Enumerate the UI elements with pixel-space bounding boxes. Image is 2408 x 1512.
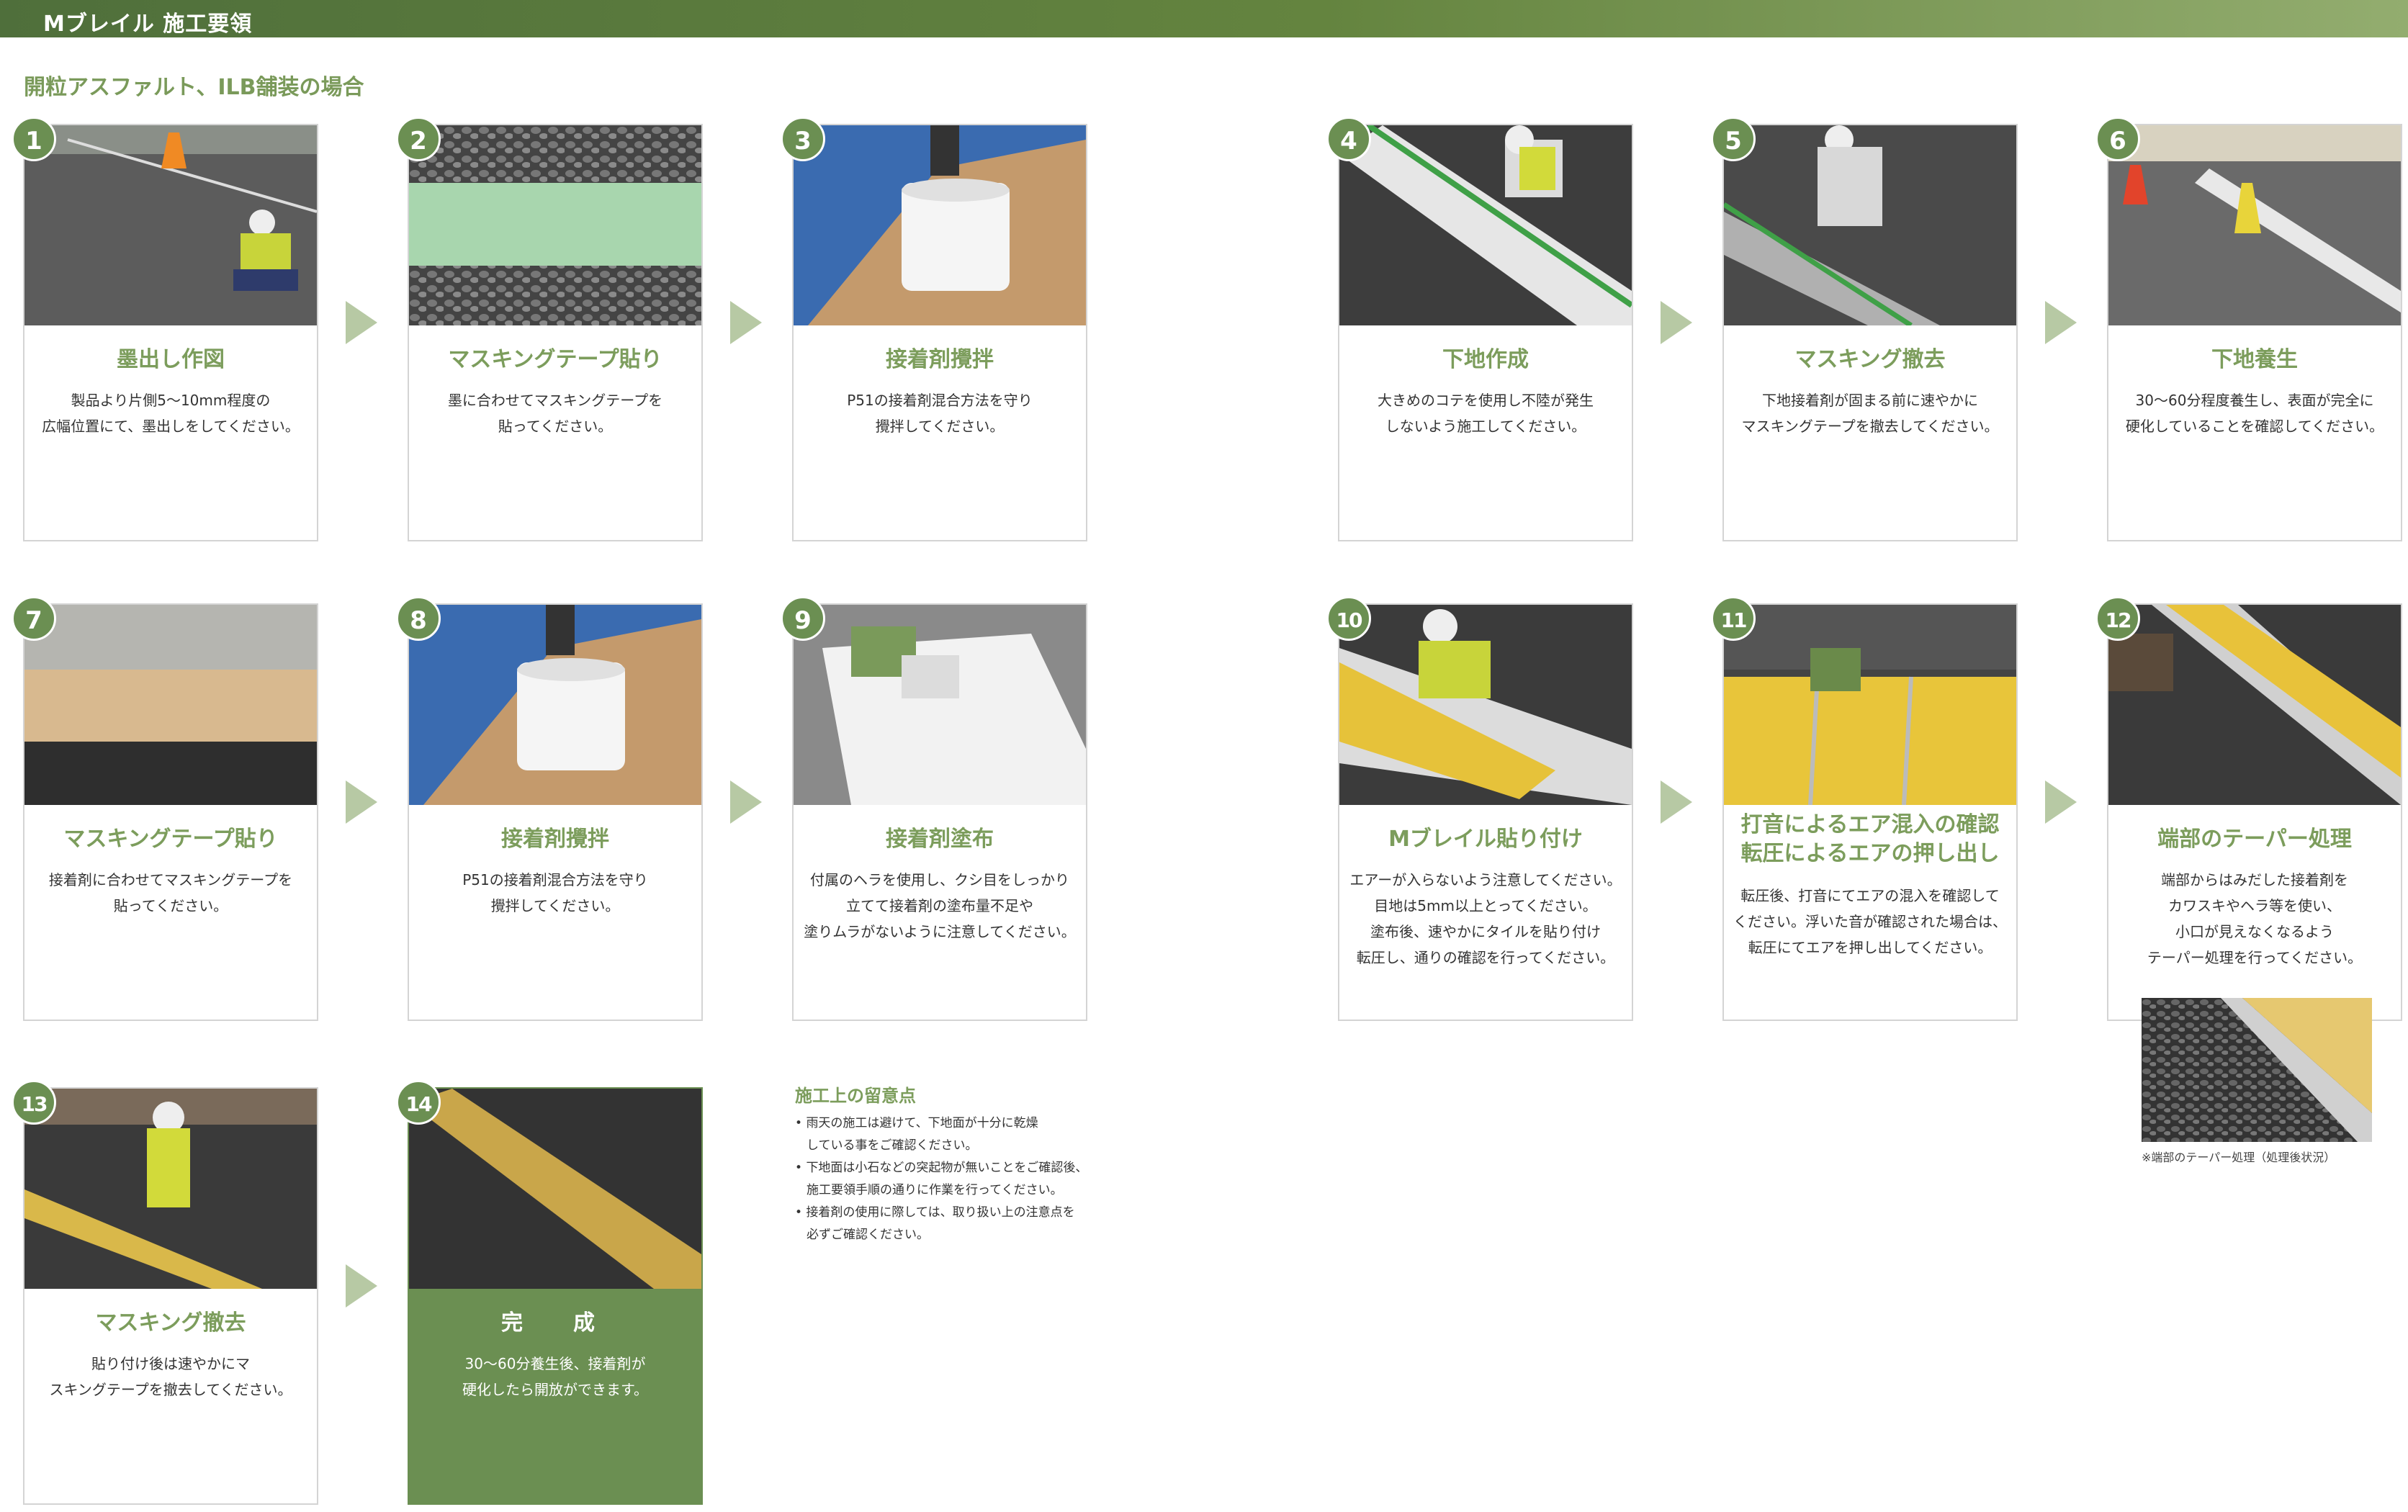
step-arrow: [730, 301, 762, 344]
step-card-3: 接着剤攪拌 P51の接着剤混合方法を守り 攪拌してください。: [792, 124, 1087, 541]
step-title: 下地作成: [1442, 347, 1529, 372]
step-desc: 30〜60分程度養生し、表面が完全に 硬化していることを確認してください。: [2125, 392, 2384, 435]
note-item: 下地面は小石などの突起物が無いことをご確認後、 施工要領手順の通りに作業を行って…: [795, 1157, 1126, 1202]
step-card-12: 端部のテーパー処理 端部からはみだした接着剤を カワスキやヘラ等を使い、 小口が…: [2107, 603, 2402, 1021]
step-desc: 貼り付け後は速やかにマ スキングテープを撤去してください。: [49, 1355, 292, 1398]
step-desc: 付属のヘラを使用し、クシ目をしっかり 立てて接着剤の塗布量不足や 塗りムラがない…: [804, 871, 1076, 940]
step-arrow: [730, 780, 762, 824]
step-arrow: [1661, 301, 1692, 344]
step-title: Mブレイル貼り付け: [1388, 827, 1583, 852]
step-desc: 転圧後、打音にてエアの混入を確認して ください。浮いた音が確認された場合は、 転…: [1733, 887, 2007, 956]
step-card-11: 打音によるエア混入の確認 転圧によるエアの押し出し 転圧後、打音にてエアの混入を…: [1722, 603, 2018, 1021]
step-card-6: 下地養生 30〜60分程度養生し、表面が完全に 硬化していることを確認してくださ…: [2107, 124, 2402, 541]
step-badge-3: 3: [781, 117, 825, 161]
step-card-9: 接着剤塗布 付属のヘラを使用し、クシ目をしっかり 立てて接着剤の塗布量不足や 塗…: [792, 603, 1087, 1021]
step-photo-3: [794, 125, 1086, 325]
notes-title: 施工上の留意点: [795, 1086, 916, 1106]
step-title: マスキングテープ貼り: [448, 347, 662, 372]
step-photo-12: [2108, 605, 2401, 805]
step-title: マスキング撤去: [95, 1310, 246, 1336]
step-photo-9: [794, 605, 1086, 805]
step-card-13: マスキング撤去 貼り付け後は速やかにマ スキングテープを撤去してください。: [23, 1087, 318, 1505]
step-desc: P51の接着剤混合方法を守り 攪拌してください。: [462, 871, 648, 914]
step-badge-7: 7: [12, 596, 56, 641]
step-photo-11: [1724, 605, 2016, 805]
step-desc: エアーが入らないよう注意してください。 目地は5mm以上とってください。 塗布後…: [1349, 871, 1622, 966]
step-arrow: [346, 301, 377, 344]
step-badge-4: 4: [1326, 117, 1371, 161]
step-title: 打音によるエア混入の確認 転圧によるエアの押し出し: [1740, 812, 2000, 866]
step-photo-14: [409, 1089, 701, 1289]
step-arrow: [346, 1264, 377, 1308]
step-arrow: [346, 780, 377, 824]
step-badge-13: 13: [12, 1080, 56, 1125]
step-card-14: 完 成 30〜60分養生後、接着剤が 硬化したら開放ができます。: [408, 1087, 703, 1505]
step-badge-14: 14: [396, 1080, 441, 1125]
step-title: 接着剤攪拌: [886, 347, 994, 372]
step-card-1: 墨出し作図 製品より片側5〜10mm程度の 広幅位置にて、墨出しをしてください。: [23, 124, 318, 541]
step-badge-10: 10: [1326, 596, 1371, 641]
step-desc: 下地接着剤が固まる前に速やかに マスキングテープを撤去してください。: [1741, 392, 1999, 435]
note-item: 接着剤の使用に際しては、取り扱い上の注意点を 必ずご確認ください。: [795, 1202, 1126, 1246]
step-photo-5: [1724, 125, 2016, 325]
step-card-2: マスキングテープ貼り 墨に合わせてマスキングテープを 貼ってください。: [408, 124, 703, 541]
step-arrow: [2045, 780, 2077, 824]
step-desc: 製品より片側5〜10mm程度の 広幅位置にて、墨出しをしてください。: [42, 392, 300, 435]
step-arrow: [1661, 780, 1692, 824]
construction-notes: 施工上の留意点 雨天の施工は避けて、下地面が十分に乾燥 している事をご確認くださ…: [795, 1081, 1126, 1246]
step-title: 完 成: [501, 1310, 609, 1336]
step-title: 接着剤塗布: [886, 827, 994, 852]
step-photo-7: [24, 605, 317, 805]
taper-detail-photo: [2142, 998, 2372, 1142]
step-title: 端部のテーパー処理: [2157, 827, 2352, 852]
step-title: 下地養生: [2211, 347, 2298, 372]
step-desc: 端部からはみだした接着剤を カワスキやヘラ等を使い、 小口が見えなくなるよう テ…: [2147, 871, 2363, 966]
step-title: 墨出し作図: [117, 347, 225, 372]
step-card-8: 接着剤攪拌 P51の接着剤混合方法を守り 攪拌してください。: [408, 603, 703, 1021]
step-badge-1: 1: [12, 117, 56, 161]
step-badge-5: 5: [1711, 117, 1756, 161]
step-badge-11: 11: [1711, 596, 1756, 641]
step-photo-10: [1339, 605, 1632, 805]
step-photo-4: [1339, 125, 1632, 325]
header-bar: Mブレイル 施工要領: [0, 0, 2408, 37]
step-badge-12: 12: [2095, 596, 2140, 641]
taper-caption: ※端部のテーパー処理（処理後状況）: [2142, 1151, 2336, 1164]
section-title: 開粒アスファルト、ILB舗装の場合: [24, 75, 364, 100]
step-desc: P51の接着剤混合方法を守り 攪拌してください。: [847, 392, 1033, 435]
step-photo-1: [24, 125, 317, 325]
step-card-4: 下地作成 大きめのコテを使用し不陸が発生 しないよう施工してください。: [1338, 124, 1633, 541]
step-desc: 接着剤に合わせてマスキングテープを 貼ってください。: [48, 871, 293, 914]
step-photo-8: [409, 605, 701, 805]
step-photo-2: [409, 125, 701, 325]
step-badge-9: 9: [781, 596, 825, 641]
note-item: 雨天の施工は避けて、下地面が十分に乾燥 している事をご確認ください。: [795, 1112, 1126, 1157]
step-photo-6: [2108, 125, 2401, 325]
step-badge-6: 6: [2095, 117, 2140, 161]
step-card-7: マスキングテープ貼り 接着剤に合わせてマスキングテープを 貼ってください。: [23, 603, 318, 1021]
step-title: 接着剤攪拌: [501, 827, 609, 852]
step-desc: 墨に合わせてマスキングテープを 貼ってください。: [447, 392, 663, 435]
step-arrow: [2045, 301, 2077, 344]
step-title: マスキングテープ貼り: [63, 827, 278, 852]
step-badge-2: 2: [396, 117, 441, 161]
step-card-5: マスキング撤去 下地接着剤が固まる前に速やかに マスキングテープを撤去してくださ…: [1722, 124, 2018, 541]
step-photo-13: [24, 1089, 317, 1289]
step-desc: 大きめのコテを使用し不陸が発生 しないよう施工してください。: [1378, 392, 1594, 435]
step-title: マスキング撤去: [1794, 347, 1946, 372]
step-badge-8: 8: [396, 596, 441, 641]
header-title: Mブレイル 施工要領: [43, 12, 253, 37]
step-card-10: Mブレイル貼り付け エアーが入らないよう注意してください。 目地は5mm以上とっ…: [1338, 603, 1633, 1021]
step-desc: 30〜60分養生後、接着剤が 硬化したら開放ができます。: [462, 1355, 648, 1398]
